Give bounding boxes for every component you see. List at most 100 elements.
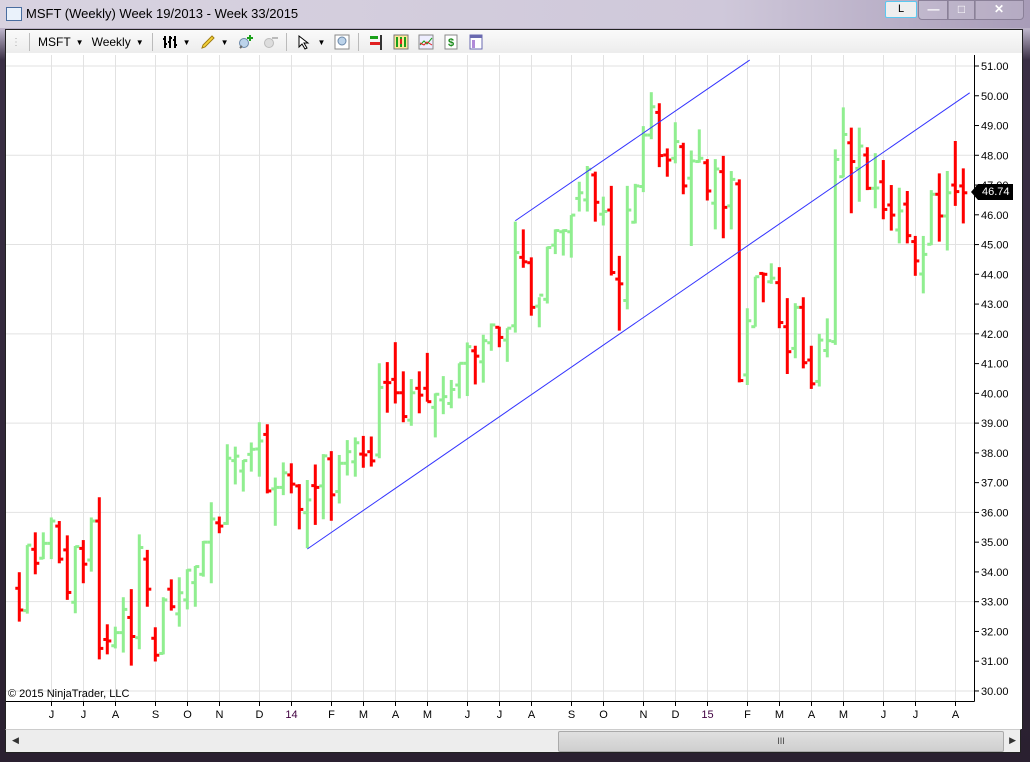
ohlc-bar <box>535 293 544 328</box>
x-tick-label: 14 <box>285 709 297 721</box>
ohlc-bar <box>415 371 424 414</box>
ohlc-bar <box>599 196 608 226</box>
ohlc-bar <box>103 624 112 655</box>
ohlc-bar <box>335 454 344 504</box>
ohlc-bar <box>367 436 376 467</box>
ohlc-bar <box>855 127 864 202</box>
ohlc-bar <box>767 263 776 284</box>
ohlc-bar <box>703 159 712 201</box>
y-tick-label: 31.00 <box>981 656 1009 668</box>
ohlc-bar <box>751 275 760 329</box>
ohlc-bar <box>95 497 104 660</box>
y-tick-label: 36.00 <box>981 507 1009 519</box>
ohlc-bar <box>727 171 736 230</box>
ohlc-bar <box>551 229 560 255</box>
ohlc-bar <box>839 107 848 179</box>
ohlc-bar <box>503 326 512 362</box>
ohlc-bar <box>847 127 856 214</box>
ohlc-bar <box>375 363 384 459</box>
x-tick-label: M <box>423 709 432 721</box>
ohlc-bar <box>71 545 80 614</box>
ohlc-bar <box>495 325 504 348</box>
ohlc-bar <box>775 267 784 329</box>
ohlc-bar <box>655 103 664 168</box>
ohlc-bar <box>31 532 40 575</box>
ohlc-bar <box>879 160 888 220</box>
ohlc-bar <box>191 565 200 607</box>
scrollbar-thumb[interactable]: III <box>558 731 1004 752</box>
ohlc-bar <box>319 454 328 520</box>
ohlc-bar <box>455 361 464 399</box>
ohlc-bar <box>871 153 880 209</box>
ohlc-bar <box>279 462 288 496</box>
ohlc-bar <box>623 185 632 310</box>
ohlc-bar <box>679 142 688 195</box>
ohlc-bar <box>39 532 48 560</box>
ohlc-bar <box>959 168 968 224</box>
x-tick-label: M <box>839 709 848 721</box>
ohlc-bar <box>183 568 192 610</box>
horizontal-scrollbar[interactable]: ◀ III ▶ <box>5 729 1021 753</box>
ohlc-bar <box>823 318 832 358</box>
ohlc-bar <box>927 190 936 246</box>
ohlc-bar <box>447 379 456 409</box>
ohlc-bar <box>815 333 824 387</box>
ohlc-bar <box>431 392 440 438</box>
ohlc-bar <box>79 540 88 584</box>
ohlc-bar <box>527 257 536 316</box>
ohlc-bar <box>887 185 896 231</box>
y-tick-label: 35.00 <box>981 537 1009 549</box>
y-tick-label: 46.00 <box>981 210 1009 222</box>
ohlc-bar <box>327 451 336 521</box>
ohlc-bar <box>671 122 680 164</box>
y-tick-label: 40.00 <box>981 388 1009 400</box>
ohlc-bar <box>759 271 768 303</box>
x-tick-label: J <box>497 709 503 721</box>
ohlc-bar <box>87 517 96 572</box>
ohlc-bar <box>159 597 168 655</box>
x-tick-label: S <box>152 709 159 721</box>
x-tick-label: A <box>952 709 960 721</box>
ohlc-bar <box>151 627 160 662</box>
lower-channel-line[interactable] <box>307 92 970 550</box>
ohlc-bar <box>239 459 248 492</box>
y-tick-label: 51.00 <box>981 61 1009 73</box>
scroll-right-arrow-icon[interactable]: ▶ <box>1009 735 1016 746</box>
ohlc-bar <box>47 517 56 560</box>
y-tick-label: 33.00 <box>981 597 1009 609</box>
ohlc-bar <box>199 540 208 577</box>
ohlc-bar <box>311 464 320 525</box>
y-tick-label: 39.00 <box>981 418 1009 430</box>
x-tick-label: O <box>599 709 608 721</box>
y-tick-label: 32.00 <box>981 626 1009 638</box>
x-tick-label: A <box>528 709 536 721</box>
ohlc-bar <box>831 149 840 345</box>
x-tick-label: M <box>359 709 368 721</box>
ohlc-bar <box>167 579 176 611</box>
ohlc-bar <box>127 589 136 666</box>
ohlc-bar <box>471 345 480 385</box>
ohlc-bar <box>215 516 224 534</box>
ohlc-bar <box>863 147 872 191</box>
copyright-text: © 2015 NinjaTrader, LLC <box>8 688 130 700</box>
x-tick-label: J <box>913 709 919 721</box>
last-price-marker: 46.74 <box>971 184 1013 200</box>
ohlc-bar <box>207 502 216 584</box>
ohlc-bar <box>359 435 368 468</box>
y-tick-label: 50.00 <box>981 91 1009 103</box>
ohlc-bar <box>951 140 960 206</box>
scroll-left-arrow-icon[interactable]: ◀ <box>12 735 19 746</box>
x-tick-label: F <box>328 709 335 721</box>
y-tick-label: 45.00 <box>981 240 1009 252</box>
ohlc-bar <box>799 297 808 369</box>
ohlc-bar <box>271 477 280 526</box>
y-tick-label: 30.00 <box>981 686 1009 698</box>
y-tick-label: 49.00 <box>981 121 1009 133</box>
ohlc-bar <box>479 334 488 383</box>
price-chart[interactable]: J J A S O N D 14 F M A M J J A S O N D 15 F M A M J J A 30.00 31.00 3… <box>0 0 1030 730</box>
ohlc-bar <box>247 442 256 472</box>
ohlc-bar <box>575 181 584 212</box>
ohlc-bar <box>559 229 568 256</box>
ohlc-bar <box>711 159 720 230</box>
ohlc-bar <box>383 362 392 413</box>
